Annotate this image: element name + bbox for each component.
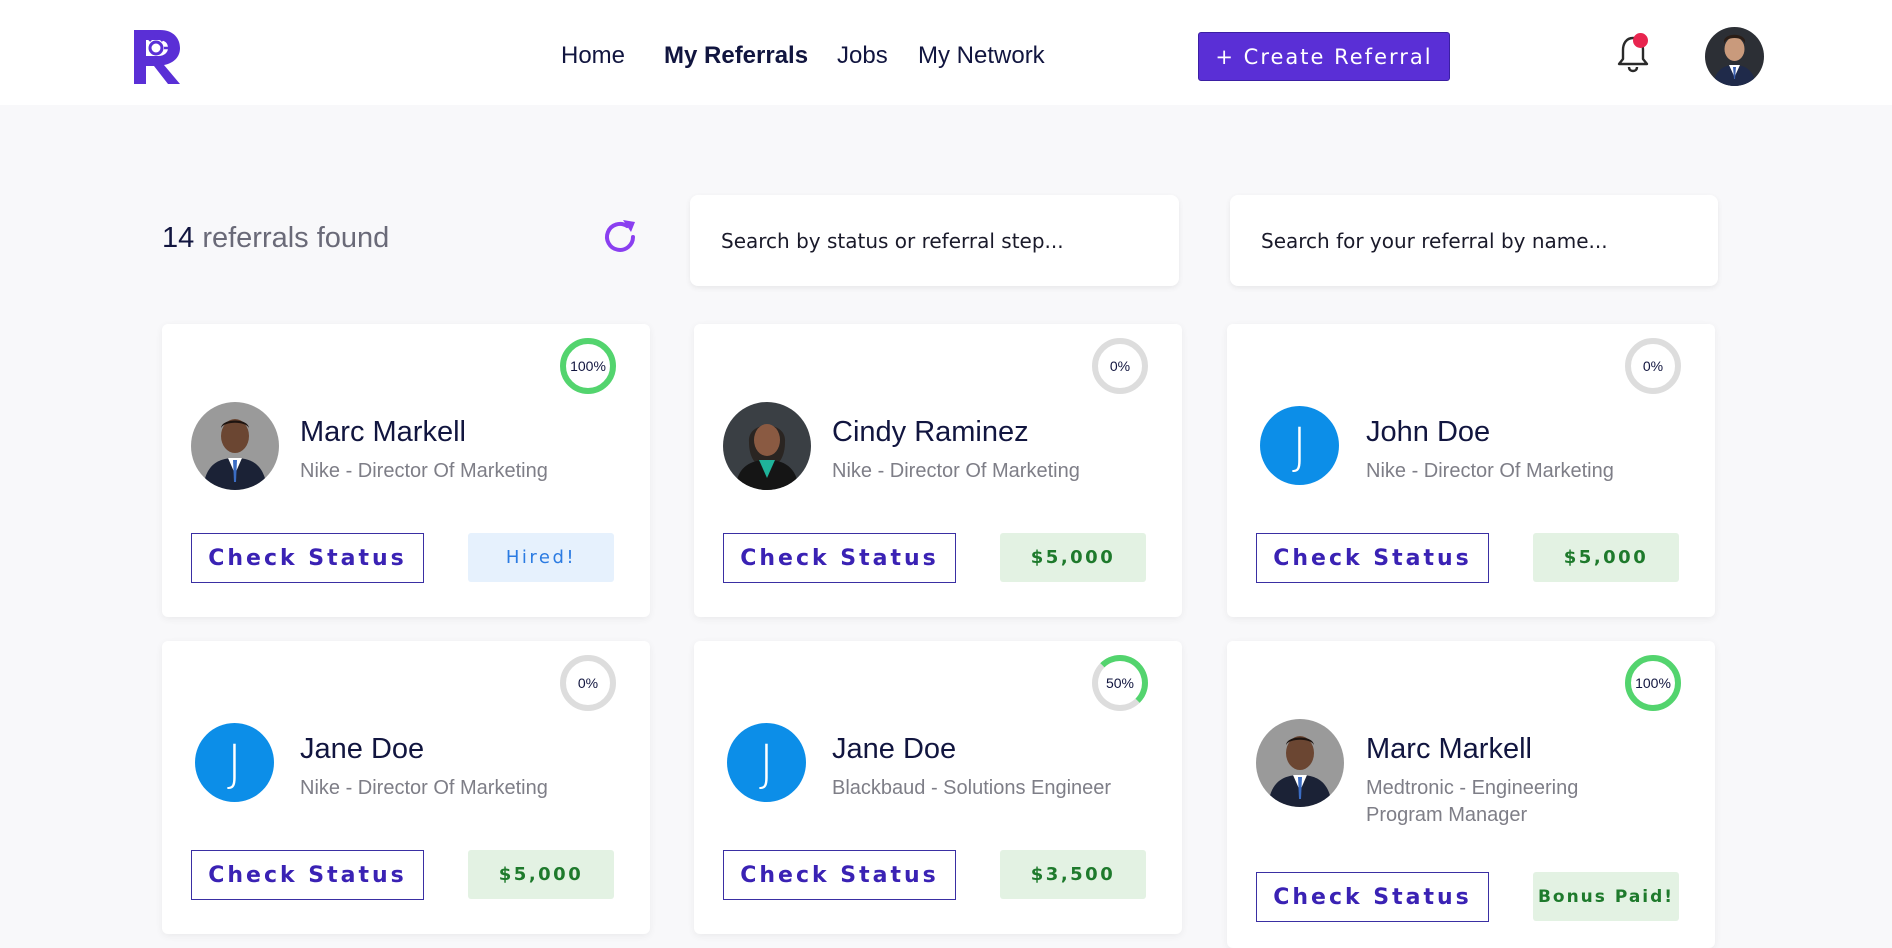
referral-avatar (1256, 719, 1344, 807)
check-status-button[interactable]: Check Status (191, 850, 424, 900)
referral-avatar-initial: J (1260, 406, 1339, 485)
referral-role: Medtronic - Engineering Program Manager (1366, 777, 1579, 826)
nav-my-referrals[interactable]: My Referrals (664, 38, 808, 74)
nav-jobs[interactable]: Jobs (837, 38, 888, 74)
refresh-icon[interactable] (599, 216, 641, 258)
referral-card: 50% J Jane Doe Blackbaud - Solutions Eng… (694, 641, 1182, 934)
referral-card: 100% Marc Markell Nike - Director Of Mar… (162, 324, 650, 617)
app-logo[interactable] (130, 26, 184, 88)
referral-name: Marc Markell (1366, 733, 1532, 765)
referral-count-number: 14 (162, 222, 195, 254)
referral-count-label: referrals found (202, 222, 390, 254)
name-search-input[interactable] (1261, 228, 1701, 253)
check-status-button[interactable]: Check Status (1256, 533, 1489, 583)
referral-avatar-initial: J (195, 723, 274, 802)
progress-ring: 100% (1625, 655, 1681, 711)
name-search-box (1230, 195, 1718, 286)
referral-avatar (191, 402, 279, 490)
check-status-button[interactable]: Check Status (191, 533, 424, 583)
referral-role: Nike - Director Of Marketing (300, 460, 548, 482)
progress-ring: 100% (560, 338, 616, 394)
progress-ring: 0% (560, 655, 616, 711)
referral-role: Nike - Director Of Marketing (832, 460, 1080, 482)
status-badge: Hired! (468, 533, 614, 582)
referral-role: Nike - Director Of Marketing (1366, 460, 1614, 482)
progress-ring: 50% (1092, 655, 1148, 711)
referral-name: Cindy Raminez (832, 416, 1029, 448)
referral-card: 0% J John Doe Nike - Director Of Marketi… (1227, 324, 1715, 617)
check-status-button[interactable]: Check Status (723, 850, 956, 900)
referral-avatar-initial: J (727, 723, 806, 802)
referral-card: 0% J Jane Doe Nike - Director Of Marketi… (162, 641, 650, 934)
progress-ring: 0% (1092, 338, 1148, 394)
top-navigation-bar: Home My Referrals Jobs My Network + Crea… (0, 0, 1892, 105)
check-status-button[interactable]: Check Status (723, 533, 956, 583)
status-badge: $5,000 (1533, 533, 1679, 582)
referral-card: 100% Marc Markell Medtronic - Engineerin… (1227, 641, 1715, 948)
nav-home[interactable]: Home (561, 38, 625, 74)
status-badge: Bonus Paid! (1533, 872, 1679, 921)
status-search-box (690, 195, 1179, 286)
status-badge: $3,500 (1000, 850, 1146, 899)
referral-name: Jane Doe (832, 733, 957, 765)
referral-role: Blackbaud - Solutions Engineer (832, 777, 1112, 799)
referral-name: Marc Markell (300, 416, 466, 448)
referral-card: 0% Cindy Raminez Nike - Director Of Mark… (694, 324, 1182, 617)
status-badge: $5,000 (1000, 533, 1146, 582)
status-badge: $5,000 (468, 850, 614, 899)
referral-name: Jane Doe (300, 733, 425, 765)
nav-my-network[interactable]: My Network (918, 38, 1045, 74)
status-search-input[interactable] (721, 228, 1161, 253)
referral-avatar (723, 402, 811, 490)
create-referral-button[interactable]: + Create Referral (1198, 32, 1450, 81)
user-avatar[interactable] (1705, 27, 1764, 86)
notification-dot (1633, 33, 1648, 48)
referral-role: Nike - Director Of Marketing (300, 777, 548, 799)
progress-ring: 0% (1625, 338, 1681, 394)
referral-count: 14 referrals found (162, 222, 389, 255)
check-status-button[interactable]: Check Status (1256, 872, 1489, 922)
referral-name: John Doe (1366, 416, 1491, 448)
